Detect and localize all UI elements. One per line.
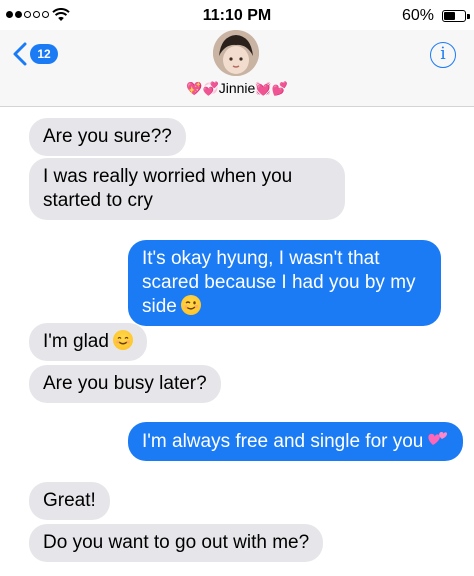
- status-bar: 11:10 PM 60%: [0, 0, 474, 30]
- message-text: Are you busy later?: [43, 373, 207, 394]
- unread-count-badge: 12: [30, 44, 58, 64]
- conversation-header: 12 💖💞Jinnie💓💕 i: [0, 30, 474, 107]
- name-decoration-left: 💖💞: [186, 81, 219, 96]
- message-bubble-received[interactable]: I'm glad: [29, 323, 147, 361]
- name-decoration-right: 💓💕: [255, 81, 288, 96]
- battery-tip: [467, 14, 470, 19]
- contact-name[interactable]: 💖💞Jinnie💓💕: [0, 80, 474, 97]
- message-bubble-received[interactable]: I was really worried when you started to…: [29, 158, 345, 220]
- message-bubble-sent[interactable]: It's okay hyung, I wasn't that scared be…: [128, 240, 441, 326]
- message-text: I'm glad: [43, 331, 109, 352]
- battery-percentage: 60%: [401, 7, 434, 24]
- message-bubble-sent[interactable]: I'm always free and single for you: [128, 422, 464, 461]
- smile-face-icon: [112, 330, 133, 350]
- message-bubble-received[interactable]: Are you busy later?: [29, 365, 221, 403]
- message-text: Are you sure??: [43, 126, 172, 147]
- message-bubble-received[interactable]: Do you want to go out with me?: [29, 524, 324, 562]
- message-text: Great!: [43, 490, 96, 511]
- info-button[interactable]: i: [430, 42, 456, 68]
- wink-face-icon: [180, 295, 201, 315]
- contact-avatar[interactable]: [213, 30, 259, 76]
- battery-icon: [442, 10, 466, 22]
- battery-level-fill: [444, 12, 456, 20]
- avatar-photo: [213, 30, 259, 76]
- message-bubble-received[interactable]: Are you sure??: [29, 118, 186, 156]
- back-button[interactable]: 12: [12, 42, 58, 66]
- two-hearts-icon: [427, 429, 449, 453]
- message-text: I'm always free and single for you: [142, 431, 424, 452]
- message-thread[interactable]: Are you sure?? I was really worried when…: [0, 107, 474, 576]
- contact-name-text: Jinnie: [218, 80, 256, 96]
- chevron-left-icon: [13, 42, 27, 66]
- message-text: I was really worried when you started to…: [43, 166, 293, 211]
- message-bubble-received[interactable]: Great!: [29, 482, 110, 520]
- message-text: Do you want to go out with me?: [43, 532, 310, 553]
